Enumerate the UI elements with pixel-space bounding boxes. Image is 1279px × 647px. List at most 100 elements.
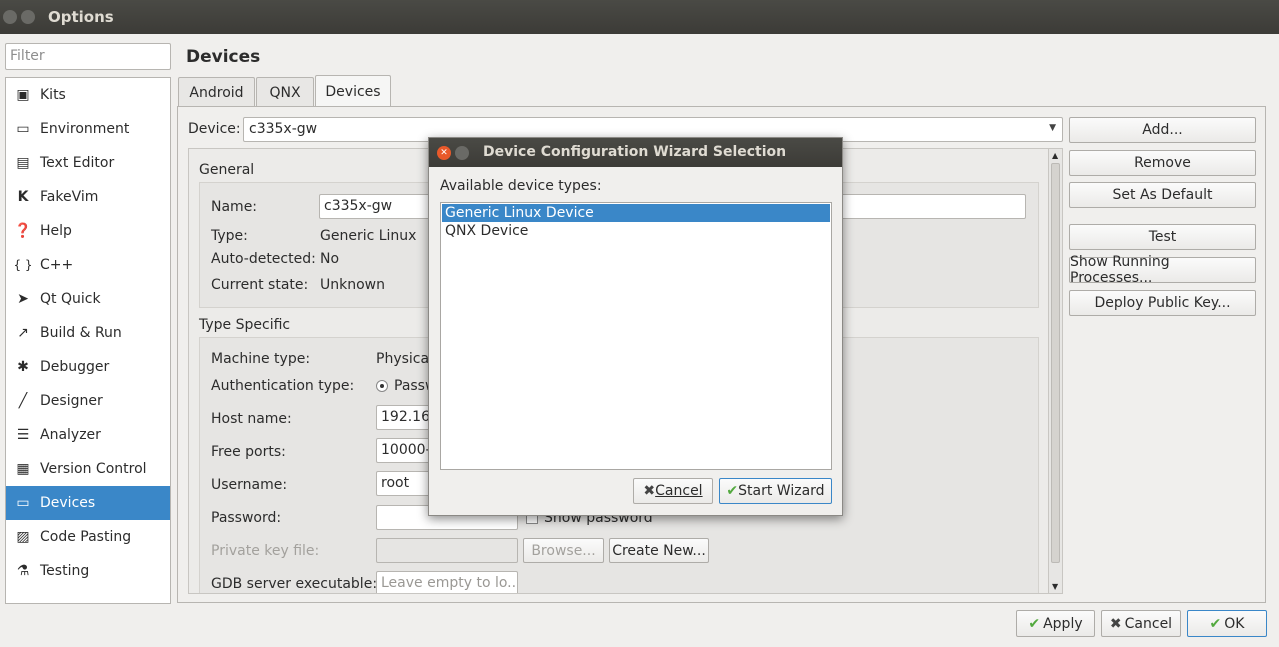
start-wizard-button[interactable]: ✔ Start Wizard — [719, 478, 832, 504]
nav-item-label: Designer — [40, 393, 103, 409]
nav-item-designer[interactable]: ╱ Designer — [6, 384, 170, 418]
debugger-icon: ✱ — [17, 359, 29, 375]
add-button[interactable]: Add... — [1069, 117, 1256, 143]
check-icon: ✔ — [1028, 615, 1041, 632]
nav-item-help[interactable]: ❓ Help — [6, 214, 170, 248]
nav-item-analyzer[interactable]: ☰ Analyzer — [6, 418, 170, 452]
radio-selected-icon — [376, 380, 388, 392]
nav-item-version-control[interactable]: ▦ Version Control — [6, 452, 170, 486]
host-name-field[interactable]: 192.168 — [376, 405, 436, 430]
free-ports-field[interactable]: 10000-1 — [376, 438, 436, 463]
code-pasting-icon: ▨ — [16, 529, 30, 545]
username-field[interactable]: root — [376, 471, 436, 496]
device-label: Device: — [188, 121, 241, 137]
category-list: ▣ Kits ▭ Environment ▤ Text Editor K FakeVim… — [5, 77, 171, 604]
type-label: Type: — [211, 228, 248, 244]
nav-item-label: Devices — [40, 495, 96, 511]
scrollbar-thumb[interactable] — [1051, 163, 1060, 563]
minimize-window-button[interactable] — [21, 10, 35, 24]
nav-item-qt-quick[interactable]: ➤ Qt Quick — [6, 282, 170, 316]
tab-android[interactable]: Android — [178, 77, 255, 107]
nav-item-text-editor[interactable]: ▤ Text Editor — [6, 146, 170, 180]
nav-item-environment[interactable]: ▭ Environment — [6, 112, 170, 146]
dialog-close-icon[interactable]: ✕ — [437, 146, 451, 160]
start-wizard-label: Start Wizard — [738, 483, 825, 499]
nav-item-code-pasting[interactable]: ▨ Code Pasting — [6, 520, 170, 554]
private-key-field[interactable] — [376, 538, 518, 563]
device-combobox-value: c335x-gw — [249, 121, 318, 137]
close-window-button[interactable] — [3, 10, 17, 24]
nav-item-label: Help — [40, 223, 72, 239]
tab-qnx[interactable]: QNX — [256, 77, 314, 107]
nav-item-debugger[interactable]: ✱ Debugger — [6, 350, 170, 384]
scroll-down-icon[interactable]: ▼ — [1052, 582, 1058, 591]
dialog-title: Device Configuration Wizard Selection — [483, 144, 787, 160]
qt-quick-icon: ➤ — [17, 291, 29, 307]
list-item-generic-linux[interactable]: Generic Linux Device — [442, 204, 830, 222]
browse-button[interactable]: Browse... — [523, 538, 604, 563]
free-ports-label: Free ports: — [211, 444, 286, 460]
gdb-server-label: GDB server executable: — [211, 576, 378, 592]
nav-item-testing[interactable]: ⚗ Testing — [6, 554, 170, 588]
dialog-titlebar: ✕ Device Configuration Wizard Selection — [429, 138, 842, 167]
cancel-label: Cancel — [1124, 615, 1173, 632]
cancel-button[interactable]: ✖ Cancel — [1101, 610, 1181, 637]
dialog-cancel-label: Cancel — [655, 483, 703, 499]
fakevim-icon: K — [17, 189, 29, 205]
name-label: Name: — [211, 199, 258, 215]
dialog-cancel-button[interactable]: ✖ Cancel — [633, 478, 713, 504]
nav-item-label: Debugger — [40, 359, 110, 375]
create-new-button[interactable]: Create New... — [609, 538, 709, 563]
chevron-down-icon: ▼ — [1049, 123, 1056, 133]
cpp-icon: { } — [13, 258, 33, 272]
current-state-label: Current state: — [211, 277, 309, 293]
ok-label: OK — [1224, 615, 1245, 632]
devices-icon: ▭ — [16, 495, 30, 511]
cancel-x-icon: ✖ — [643, 483, 656, 499]
password-label: Password: — [211, 510, 282, 526]
nav-item-cpp[interactable]: { } C++ — [6, 248, 170, 282]
dialog-minimize-button[interactable] — [455, 146, 469, 160]
host-name-label: Host name: — [211, 411, 292, 427]
nav-item-label: Code Pasting — [40, 529, 132, 545]
machine-type-value: Physical — [376, 351, 433, 367]
general-heading: General — [199, 162, 255, 178]
page-title: Devices — [186, 47, 261, 67]
window-title: Options — [48, 8, 114, 26]
tab-devices[interactable]: Devices — [315, 75, 391, 107]
config-scrollbar[interactable]: ▲ ▼ — [1048, 148, 1063, 594]
wizard-selection-dialog: ✕ Device Configuration Wizard Selection … — [428, 137, 843, 516]
nav-item-kits[interactable]: ▣ Kits — [6, 78, 170, 112]
nav-item-label: FakeVim — [40, 189, 99, 205]
help-icon: ❓ — [14, 223, 32, 239]
build-run-icon: ↗ — [17, 325, 29, 341]
nav-item-build-run[interactable]: ↗ Build & Run — [6, 316, 170, 350]
current-state-value: Unknown — [320, 277, 385, 293]
nav-item-label: Kits — [40, 87, 66, 103]
type-specific-heading: Type Specific — [199, 317, 291, 333]
remove-button[interactable]: Remove — [1069, 150, 1256, 176]
deploy-public-key-button[interactable]: Deploy Public Key... — [1069, 290, 1256, 316]
test-button[interactable]: Test — [1069, 224, 1256, 250]
gdb-server-field[interactable]: Leave empty to lo... — [376, 571, 518, 593]
set-as-default-button[interactable]: Set As Default — [1069, 182, 1256, 208]
auto-detected-value: No — [320, 251, 340, 267]
nav-item-label: Version Control — [40, 461, 147, 477]
show-running-processes-button[interactable]: Show Running Processes... — [1069, 254, 1256, 286]
nav-item-label: Qt Quick — [40, 291, 101, 307]
nav-item-label: C++ — [40, 257, 74, 273]
apply-button[interactable]: ✔ Apply — [1016, 610, 1095, 637]
nav-item-label: Environment — [40, 121, 130, 137]
private-key-label: Private key file: — [211, 543, 320, 559]
ok-button[interactable]: ✔ OK — [1187, 610, 1267, 637]
version-control-icon: ▦ — [16, 461, 30, 477]
device-type-list: Generic Linux Device QNX Device — [440, 202, 832, 470]
nav-item-fakevim[interactable]: K FakeVim — [6, 180, 170, 214]
nav-item-devices[interactable]: ▭ Devices — [6, 486, 170, 520]
filter-input[interactable]: Filter — [5, 43, 171, 70]
analyzer-icon: ☰ — [16, 427, 30, 443]
scroll-up-icon[interactable]: ▲ — [1052, 151, 1058, 160]
list-item-qnx[interactable]: QNX Device — [442, 222, 830, 240]
nav-item-label: Testing — [40, 563, 90, 579]
text-editor-icon: ▤ — [16, 155, 30, 171]
